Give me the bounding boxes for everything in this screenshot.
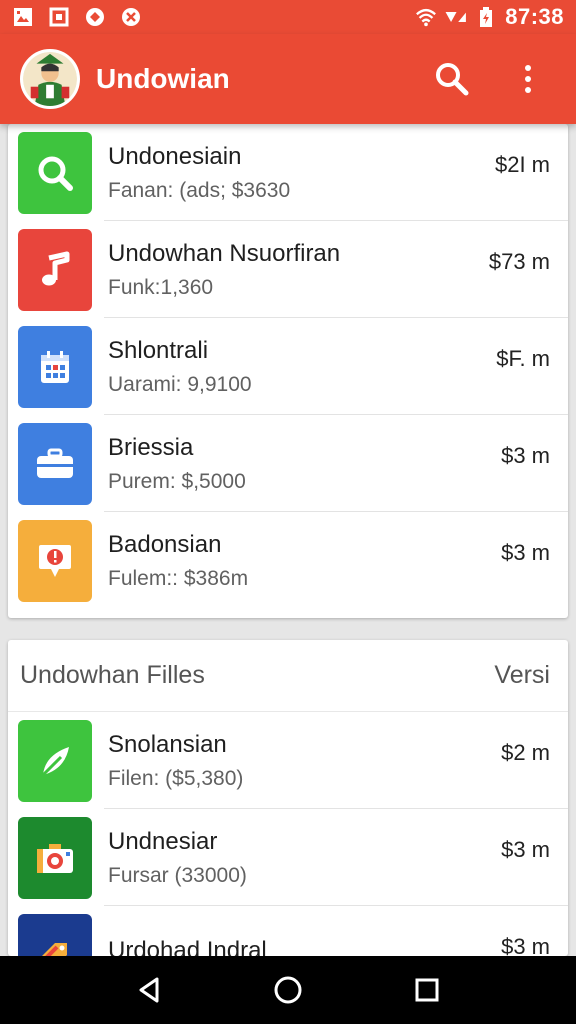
item-subtitle: Purem: $,5000 [108, 469, 246, 493]
item-price: $3 m [501, 443, 550, 468]
recents-icon [415, 978, 439, 1002]
avatar[interactable] [20, 49, 80, 109]
search-icon [436, 63, 469, 96]
list-item[interactable]: Briessia Purem: $,5000 $3 m [8, 415, 568, 512]
navigation-bar [0, 956, 576, 1024]
list-item[interactable]: Badonsian Fulem:: $386m $3 m [8, 512, 568, 609]
list-item[interactable]: Urdohad Indral $3 m [8, 906, 568, 956]
briefcase-icon [18, 422, 92, 505]
overflow-menu-button[interactable] [508, 59, 548, 99]
list-item[interactable]: Snolansian Filen: ($5,380) $2 m [8, 712, 568, 809]
home-button[interactable] [260, 962, 316, 1018]
home-icon [274, 976, 302, 1004]
music-note-icon [18, 228, 92, 311]
system-indicators: 87:38 [415, 4, 564, 30]
more-vert-icon [525, 65, 531, 93]
back-button[interactable] [121, 962, 177, 1018]
back-icon [139, 977, 159, 1003]
clock: 87:38 [505, 4, 564, 29]
tag-icon [18, 913, 92, 956]
status-bar: 87:38 [0, 0, 576, 34]
leaf-icon [18, 719, 92, 802]
calendar-icon [18, 325, 92, 408]
item-title: Undnesiar [108, 827, 218, 855]
notification-icons [12, 6, 142, 28]
item-subtitle: Funk:1,360 [108, 275, 214, 299]
list-item[interactable]: Shlontrali Uarami: 9,9100 $F. m [8, 318, 568, 415]
item-subtitle: Uarami: 9,9100 [108, 372, 252, 396]
wifi-icon [415, 6, 437, 28]
item-title: Briessia [108, 433, 194, 461]
item-subtitle: Fursar (33000) [108, 863, 247, 887]
item-subtitle: Filen: ($5,380) [108, 766, 244, 790]
item-subtitle: Fulem:: $386m [108, 566, 249, 590]
item-title: Snolansian [108, 730, 227, 758]
recents-button[interactable] [399, 962, 455, 1018]
close-circle-icon [120, 6, 142, 28]
image-icon [12, 6, 34, 28]
item-price: $3 m [501, 540, 550, 565]
logo-icon [84, 6, 106, 28]
files-list-card: Undowhan Filles Versi Snolansian Filen: … [8, 640, 568, 956]
item-title: Undowhan Nsuorfiran [108, 239, 341, 267]
item-price: $73 m [488, 249, 550, 274]
section-header: Undowhan Filles Versi [8, 640, 568, 712]
search-button[interactable] [432, 59, 472, 99]
item-price: $3 m [501, 934, 550, 956]
signal-icon [445, 6, 467, 28]
camera-icon [18, 816, 92, 899]
app-list-card: Undonesiain Fanan: (ads; $3630 $2I m Und… [8, 124, 568, 618]
item-title: Undonesiain [108, 142, 242, 170]
item-title: Shlontrali [108, 336, 209, 364]
square-icon [48, 6, 70, 28]
app-bar: Undowian [0, 34, 576, 124]
chat-alert-icon [18, 519, 92, 602]
item-price: $2 m [501, 740, 550, 765]
item-title: Urdohad Indral [108, 936, 267, 957]
item-price: $2I m [494, 152, 550, 177]
list-item[interactable]: Undowhan Nsuorfiran Funk:1,360 $73 m [8, 221, 568, 318]
section-title: Undowhan Filles [20, 661, 205, 689]
battery-icon [475, 6, 497, 28]
app-title: Undowian [96, 63, 230, 94]
item-title: Badonsian [108, 530, 222, 558]
section-action-link[interactable]: Versi [494, 661, 556, 690]
search-icon [18, 131, 92, 214]
item-subtitle: Fanan: (ads; $3630 [108, 178, 291, 202]
item-price: $3 m [501, 837, 550, 862]
list-item[interactable]: Undonesiain Fanan: (ads; $3630 $2I m [8, 124, 568, 221]
item-price: $F. m [496, 346, 550, 371]
list-item[interactable]: Undnesiar Fursar (33000) $3 m [8, 809, 568, 906]
